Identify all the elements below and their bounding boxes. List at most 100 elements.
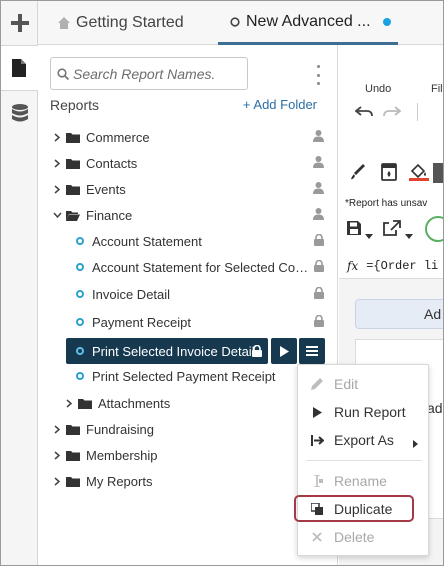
folder-label: Finance — [86, 207, 133, 223]
database-nav-button[interactable] — [1, 91, 38, 135]
search-box[interactable] — [50, 57, 248, 90]
folder-icon — [66, 450, 80, 461]
chevron-right-icon[interactable] — [52, 476, 62, 486]
chevron-right-icon[interactable] — [52, 132, 62, 142]
new-button[interactable] — [1, 1, 38, 45]
report-circle-icon — [76, 237, 84, 245]
fx-icon: fx — [347, 258, 359, 273]
lock-icon — [252, 344, 262, 360]
menu-item-label: Delete — [334, 529, 375, 545]
report-print-selected-payment-receipt[interactable]: Print Selected Payment Receipt — [38, 363, 338, 389]
lock-icon — [314, 259, 324, 275]
report-account-statement[interactable]: Account Statement — [38, 228, 338, 254]
reports-heading: Reports — [50, 97, 100, 113]
report-context-menu: Edit Run Report Export As Rename Duplica… — [297, 364, 429, 556]
chevron-right-icon[interactable] — [64, 398, 74, 408]
report-account-statement-selected[interactable]: Account Statement for Selected Cont... — [38, 254, 338, 280]
report-circle-icon — [76, 372, 84, 380]
report-payment-receipt[interactable]: Payment Receipt — [38, 309, 338, 335]
chevron-down-icon[interactable] — [52, 212, 62, 218]
export-icon — [298, 434, 334, 446]
editor-toolbar: Undo Filt *Report has unsav — [339, 45, 443, 275]
report-menu-button[interactable] — [299, 338, 325, 364]
folder-attachments[interactable]: Attachments — [38, 390, 338, 416]
redo-icon[interactable] — [383, 105, 402, 124]
lock-icon — [314, 314, 324, 330]
close-icon — [298, 532, 334, 542]
user-icon — [313, 182, 324, 197]
user-icon — [313, 130, 324, 145]
unsaved-dot-icon — [382, 17, 391, 26]
report-print-selected-invoice-detail[interactable]: Print Selected Invoice Detail — [66, 338, 268, 364]
report-invoice-detail[interactable]: Invoice Detail — [38, 281, 338, 307]
folder-label: My Reports — [86, 473, 153, 489]
folder-icon — [66, 424, 80, 435]
submenu-arrow-icon — [413, 435, 418, 451]
chevron-right-icon[interactable] — [52, 184, 62, 194]
home-icon — [58, 17, 70, 29]
play-icon — [279, 345, 289, 357]
duplicate-highlight-outline — [294, 495, 414, 522]
tab-new-advanced[interactable]: New Advanced ... — [218, 1, 398, 45]
circle-icon — [230, 16, 240, 27]
folder-membership[interactable]: Membership — [38, 442, 338, 468]
search-input[interactable] — [73, 65, 243, 82]
folder-commerce[interactable]: Commerce — [38, 124, 338, 150]
play-icon — [298, 406, 334, 418]
menu-item-delete[interactable]: Delete — [298, 523, 430, 551]
tab-getting-started[interactable]: Getting Started — [58, 1, 184, 45]
format-icon[interactable] — [381, 163, 397, 186]
brush-icon[interactable] — [351, 164, 365, 185]
menu-item-export-as[interactable]: Export As — [298, 426, 430, 454]
user-icon — [313, 208, 324, 223]
add-button-label: Ad — [424, 306, 442, 322]
run-toggle-button[interactable] — [425, 216, 443, 242]
tab-label: New Advanced ... — [246, 12, 371, 30]
chevron-right-icon[interactable] — [52, 450, 62, 460]
formula-bar[interactable]: fx ={Order li — [339, 253, 443, 279]
add-folder-link[interactable]: + Add Folder — [243, 97, 317, 112]
folder-icon — [66, 184, 80, 195]
more-options-icon[interactable] — [310, 65, 326, 85]
plus-icon — [10, 14, 29, 32]
rename-icon — [298, 475, 334, 487]
folder-label: Membership — [86, 447, 158, 463]
caret-down-icon[interactable] — [405, 226, 413, 244]
folder-label: Fundraising — [86, 421, 154, 437]
menu-item-rename[interactable]: Rename — [298, 467, 430, 495]
fill-color-icon[interactable] — [409, 163, 429, 186]
menu-item-label: Export As — [334, 432, 394, 448]
folder-contacts[interactable]: Contacts — [38, 150, 338, 176]
folder-label: Events — [86, 181, 126, 197]
save-icon[interactable] — [347, 221, 361, 240]
add-button[interactable]: Ad — [355, 299, 443, 329]
report-circle-icon — [76, 290, 84, 298]
menu-item-label: Rename — [334, 473, 387, 489]
menu-item-run-report[interactable]: Run Report — [298, 398, 430, 426]
folder-my-reports[interactable]: My Reports — [38, 468, 338, 494]
folder-icon — [66, 476, 80, 487]
menu-item-label: Edit — [334, 376, 359, 392]
undo-icon[interactable] — [354, 105, 373, 124]
user-icon — [313, 156, 324, 171]
report-label: Print Selected Payment Receipt — [92, 368, 276, 384]
folder-fundraising[interactable]: Fundraising — [38, 416, 338, 442]
menu-item-edit[interactable]: Edit — [298, 370, 430, 398]
run-report-button[interactable] — [271, 338, 297, 364]
database-icon — [11, 104, 28, 122]
report-circle-icon — [76, 347, 84, 355]
caret-down-icon[interactable] — [365, 226, 373, 244]
folder-icon — [66, 158, 80, 169]
folder-finance[interactable]: Finance — [38, 202, 338, 228]
folder-events[interactable]: Events — [38, 176, 338, 202]
formula-text: ={Order li — [366, 258, 439, 273]
menu-item-label: Run Report — [334, 404, 406, 420]
chevron-right-icon[interactable] — [52, 158, 62, 168]
chevron-right-icon[interactable] — [52, 424, 62, 434]
left-rail — [1, 1, 38, 565]
report-label: Account Statement for Selected Cont... — [92, 259, 312, 275]
filter-label: Filt — [431, 83, 443, 95]
reports-nav-button[interactable] — [1, 46, 38, 90]
document-icon — [12, 59, 26, 77]
export-icon[interactable] — [383, 220, 401, 241]
